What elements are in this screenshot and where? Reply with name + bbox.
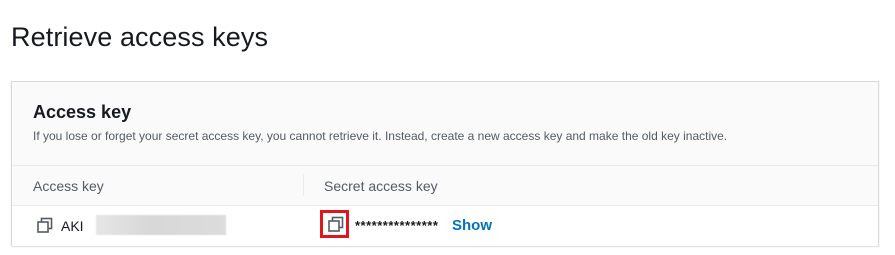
column-header-access-key: Access key (33, 178, 104, 194)
table-header: Access key Secret access key (12, 166, 878, 206)
access-key-panel: Access key If you lose or forget your se… (11, 81, 879, 246)
panel-title: Access key (33, 102, 132, 122)
panel-header: Access key If you lose or forget your se… (12, 82, 878, 166)
panel-description: If you lose or forget your secret access… (33, 129, 728, 143)
column-divider (303, 174, 304, 196)
redacted-access-key (96, 215, 226, 235)
show-secret-link[interactable]: Show (452, 217, 492, 234)
page-title: Retrieve access keys (11, 22, 269, 52)
copy-secret-key-icon[interactable] (327, 216, 345, 234)
secret-access-key-masked: *************** (355, 218, 439, 233)
table-row: AKI *************** Show (12, 206, 878, 246)
column-header-secret-access-key: Secret access key (324, 178, 438, 194)
retrieve-access-keys-page: Retrieve access keys Access key If you l… (0, 0, 895, 255)
access-key-value: AKI (61, 218, 84, 234)
copy-secret-key-button[interactable] (320, 210, 349, 238)
copy-access-key-icon[interactable] (36, 217, 54, 235)
